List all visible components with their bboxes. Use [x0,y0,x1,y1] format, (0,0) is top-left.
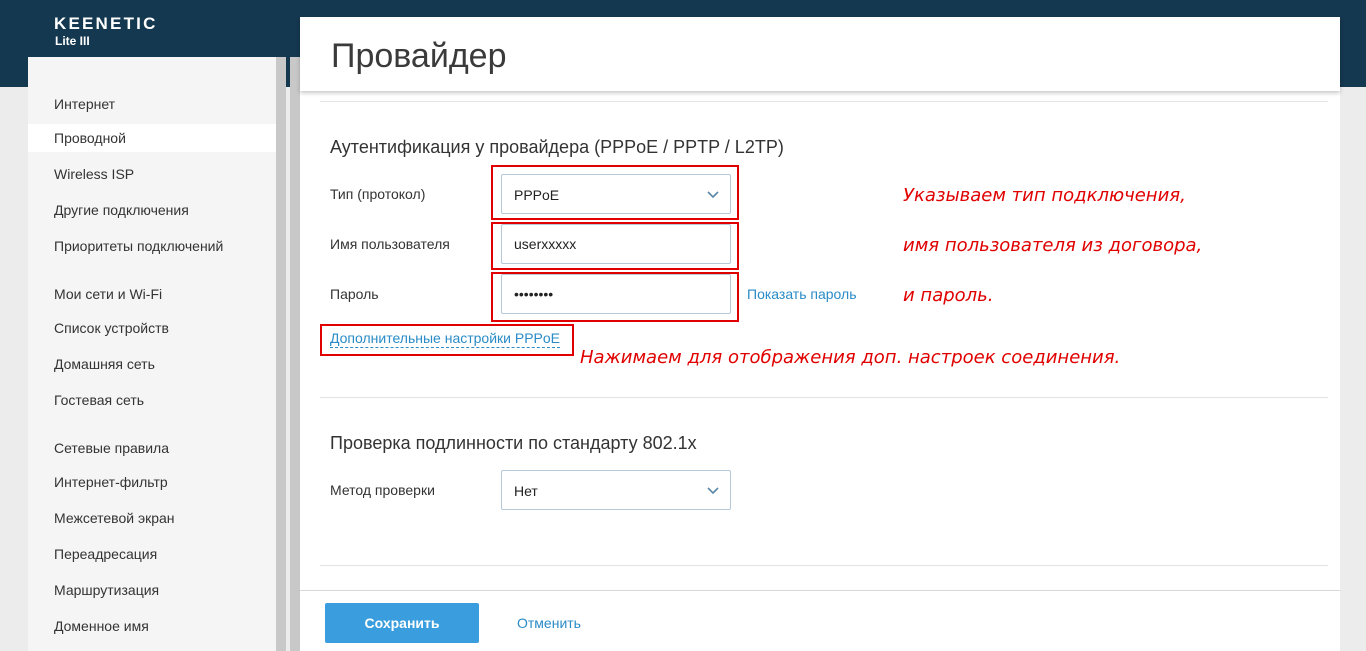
sidebar-scroll-thumb[interactable] [276,57,286,651]
password-input[interactable] [502,275,730,313]
protocol-label: Тип (протокол) [330,186,426,202]
sidebar-item[interactable]: Переадресация [28,540,286,568]
annotation-line-4: Нажимаем для отображения доп. настроек с… [580,347,1121,368]
brand-name: KEENETIC [54,14,158,33]
auth-section-title: Аутентификация у провайдера (PPPoE / PPT… [330,137,784,157]
sidebar-scrollbar[interactable] [276,57,286,651]
auth-method-label: Метод проверки [330,482,435,498]
password-input-box [501,274,731,314]
sidebar: Интернет Проводной Wireless ISP Другие подк… [28,57,286,651]
username-input-box [501,224,731,264]
panel-splitter [290,57,300,651]
chevron-down-icon [707,487,719,495]
save-button[interactable]: Сохранить [325,603,479,643]
password-label: Пароль [330,286,379,302]
protocol-select-value: PPPoE [514,187,560,203]
device-model: Lite III [55,34,90,48]
sidebar-item[interactable]: Wireless ISP [28,160,286,188]
page-title: Провайдер [331,37,507,75]
sidebar-item[interactable]: Интернет-фильтр [28,468,286,496]
sidebar-item[interactable]: Другие подключения [28,196,286,224]
show-password-link[interactable]: Показать пароль [747,285,857,303]
section-divider [320,565,1328,566]
cancel-button[interactable]: Отменить [500,603,598,643]
sidebar-item[interactable]: Проводной [28,124,286,152]
page-header: Провайдер [300,17,1340,91]
auth-method-select[interactable]: Нет [501,470,731,510]
main-content: Аутентификация у провайдера (PPPoE / PPT… [300,17,1340,651]
section-divider [320,397,1328,398]
advanced-pppoe-link[interactable]: Дополнительные настройки PPPoE [330,330,561,348]
dot1x-section-title: Проверка подлинности по стандарту 802.1x [330,433,697,453]
sidebar-item[interactable]: Интернет [28,90,286,118]
sidebar-item[interactable]: Гостевая сеть [28,386,286,414]
username-label: Имя пользователя [330,236,450,252]
sidebar-item[interactable]: Доменное имя [28,612,286,640]
chevron-down-icon [707,191,719,199]
protocol-select[interactable]: PPPoE [501,174,731,214]
auth-method-select-value: Нет [514,483,538,499]
annotation-line-3: и пароль. [903,285,994,306]
annotation-line-2: имя пользователя из договора, [903,235,1203,256]
sidebar-item[interactable]: Сетевые правила [28,434,286,462]
brand-logo[interactable]: KEENETIC Lite III [54,14,158,48]
sidebar-item[interactable]: Маршрутизация [28,576,286,604]
sidebar-item[interactable]: Межсетевой экран [28,504,286,532]
section-divider [320,101,1328,102]
sidebar-item[interactable]: Домашняя сеть [28,350,286,378]
sidebar-item[interactable]: Список устройств [28,314,286,342]
action-footer: Сохранить Отменить [300,590,1340,651]
username-input[interactable] [502,225,730,263]
annotation-line-1: Указываем тип подключения, [903,185,1186,206]
sidebar-item[interactable]: Мои сети и Wi-Fi [28,280,286,308]
sidebar-item[interactable]: Приоритеты подключений [28,232,286,260]
